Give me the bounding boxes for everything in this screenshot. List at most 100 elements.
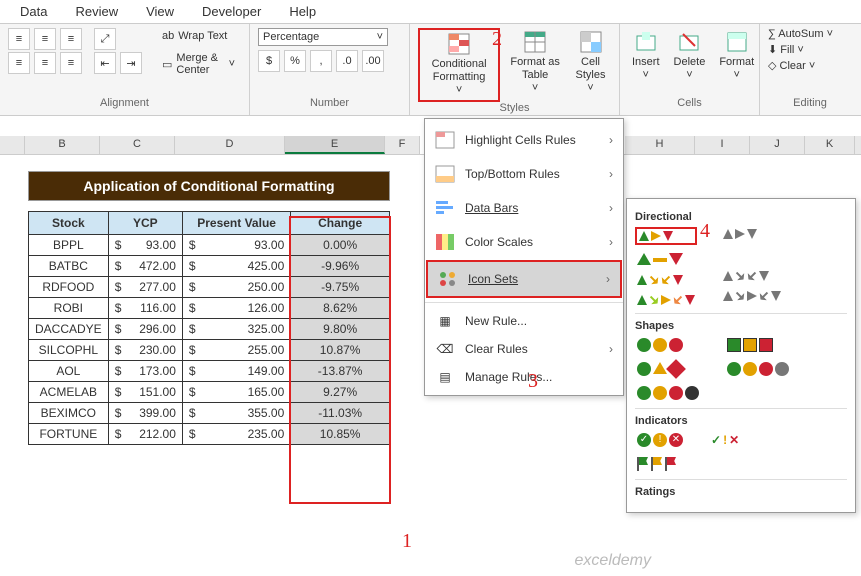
col-e[interactable]: E: [285, 136, 385, 154]
dec-decimal-icon[interactable]: .00: [362, 50, 384, 72]
iconset-3-signs[interactable]: [635, 360, 701, 378]
currency-icon[interactable]: $: [258, 50, 280, 72]
menu-icon-sets[interactable]: Icon Sets›: [426, 260, 622, 298]
cell-ycp: $151.00: [108, 382, 182, 403]
cell-styles-button[interactable]: Cell Styles ˅: [570, 28, 611, 98]
format-as-table-button[interactable]: Format as Table ˅: [506, 28, 564, 98]
group-styles-label: Styles: [418, 102, 611, 116]
cell-ycp: $277.00: [108, 277, 182, 298]
fill-button[interactable]: ⬇ Fill ˅: [768, 43, 852, 56]
iconset-red-to-black[interactable]: [725, 360, 791, 378]
table-row[interactable]: ACMELAB$151.00$165.009.27%: [29, 382, 390, 403]
percent-icon[interactable]: %: [284, 50, 306, 72]
section-directional: Directional: [635, 211, 847, 223]
clear-rules-icon: ⌫: [435, 340, 455, 358]
tab-view[interactable]: View: [146, 4, 174, 19]
conditional-formatting-button[interactable]: Conditional Formatting ˅: [418, 28, 500, 102]
conditional-formatting-menu: Highlight Cells Rules› Top/Bottom Rules›…: [424, 118, 624, 396]
align-left-icon[interactable]: ≡: [8, 52, 30, 74]
cell-change: -13.87%: [291, 361, 390, 382]
color-scales-icon: [435, 233, 455, 251]
align-middle-icon[interactable]: ≡: [34, 28, 56, 50]
align-bottom-icon[interactable]: ≡: [60, 28, 82, 50]
menu-clear-rules[interactable]: ⌫Clear Rules›: [425, 335, 623, 363]
tab-developer[interactable]: Developer: [202, 4, 261, 19]
table-row[interactable]: DACCADYE$296.00$325.009.80%: [29, 319, 390, 340]
tab-review[interactable]: Review: [75, 4, 118, 19]
table-row[interactable]: RDFOOD$277.00$250.00-9.75%: [29, 277, 390, 298]
col-d[interactable]: D: [175, 136, 285, 154]
cell-ycp: $399.00: [108, 403, 182, 424]
icon-sets-icon: [438, 270, 458, 288]
table-row[interactable]: FORTUNE$212.00$235.0010.85%: [29, 424, 390, 445]
menu-highlight-cells-rules[interactable]: Highlight Cells Rules›: [425, 123, 623, 157]
iconset-4-arrows-colored[interactable]: [635, 273, 697, 287]
align-right-icon[interactable]: ≡: [60, 52, 82, 74]
iconset-3-flags[interactable]: [635, 455, 685, 473]
iconset-3-triangles[interactable]: [635, 251, 697, 267]
insert-button[interactable]: Insert ˅: [628, 28, 664, 84]
delete-button[interactable]: Delete ˅: [670, 28, 710, 84]
cell-ycp: $212.00: [108, 424, 182, 445]
table-row[interactable]: AOL$173.00$149.00-13.87%: [29, 361, 390, 382]
cell-change: 8.62%: [291, 298, 390, 319]
iconset-3-arrows-gray[interactable]: [721, 227, 783, 241]
menu-manage-rules[interactable]: ▤Manage Rules...: [425, 363, 623, 391]
iconset-3-symbols-circled[interactable]: ✓!✕: [635, 431, 685, 449]
cell-pv: $425.00: [182, 256, 290, 277]
col-b[interactable]: B: [25, 136, 100, 154]
header-change: Change: [291, 212, 390, 235]
col-c[interactable]: C: [100, 136, 175, 154]
iconset-4-traffic-lights[interactable]: [635, 384, 701, 402]
new-rule-icon: ▦: [435, 312, 455, 330]
orientation-icon[interactable]: ⤢: [94, 28, 116, 50]
iconset-5-arrows-colored[interactable]: [635, 293, 697, 307]
callout-3: 3: [528, 370, 538, 393]
table-row[interactable]: SILCOPHL$230.00$255.0010.87%: [29, 340, 390, 361]
number-format-dropdown[interactable]: Percentage˅: [258, 28, 388, 46]
autosum-button[interactable]: ∑ AutoSum ˅: [768, 28, 852, 40]
format-button[interactable]: Format ˅: [715, 28, 758, 84]
cell-stock: BEXIMCO: [29, 403, 109, 424]
table-row[interactable]: ROBI$116.00$126.008.62%: [29, 298, 390, 319]
table-row[interactable]: BEXIMCO$399.00$355.00-11.03%: [29, 403, 390, 424]
menu-color-scales[interactable]: Color Scales›: [425, 225, 623, 259]
header-stock: Stock: [29, 212, 109, 235]
highlight-cells-icon: [435, 131, 455, 149]
cell-change: 10.85%: [291, 424, 390, 445]
iconset-5-arrows-gray[interactable]: [721, 289, 783, 303]
section-shapes: Shapes: [635, 320, 847, 332]
tab-data[interactable]: Data: [20, 4, 47, 19]
col-j[interactable]: J: [750, 136, 805, 154]
col-i[interactable]: I: [695, 136, 750, 154]
menu-data-bars[interactable]: Data Bars›: [425, 191, 623, 225]
col-f[interactable]: F: [385, 136, 420, 154]
indent-inc-icon[interactable]: ⇥: [120, 52, 142, 74]
comma-icon[interactable]: ,: [310, 50, 332, 72]
iconset-3-symbols[interactable]: ✓!✕: [709, 431, 741, 449]
indent-dec-icon[interactable]: ⇤: [94, 52, 116, 74]
menu-tabs: Data Review View Developer Help: [0, 0, 861, 24]
wrap-text-button[interactable]: abWrap Text: [156, 28, 241, 44]
cell-pv: $355.00: [182, 403, 290, 424]
table-row[interactable]: BATBC$472.00$425.00-9.96%: [29, 256, 390, 277]
cell-ycp: $173.00: [108, 361, 182, 382]
iconset-4-arrows-gray[interactable]: [721, 269, 783, 283]
align-center-icon[interactable]: ≡: [34, 52, 56, 74]
col-k[interactable]: K: [805, 136, 855, 154]
callout-2: 2: [492, 28, 502, 51]
cell-pv: $250.00: [182, 277, 290, 298]
menu-new-rule[interactable]: ▦New Rule...: [425, 307, 623, 335]
align-top-icon[interactable]: ≡: [8, 28, 30, 50]
clear-button[interactable]: ◇ Clear ˅: [768, 59, 852, 72]
tab-help[interactable]: Help: [289, 4, 316, 19]
iconset-3-traffic-lights[interactable]: [635, 336, 701, 354]
table-row[interactable]: BPPL$93.00$93.000.00%: [29, 235, 390, 256]
iconset-3-arrows-colored[interactable]: [635, 227, 697, 245]
col-h[interactable]: H: [625, 136, 695, 154]
inc-decimal-icon[interactable]: .0: [336, 50, 358, 72]
menu-top-bottom-rules[interactable]: Top/Bottom Rules›: [425, 157, 623, 191]
chevron-down-icon: ˅: [377, 31, 383, 43]
iconset-3-traffic-lights-rimmed[interactable]: [725, 336, 791, 354]
merge-center-button[interactable]: ▭Merge & Center ˅: [156, 50, 241, 78]
